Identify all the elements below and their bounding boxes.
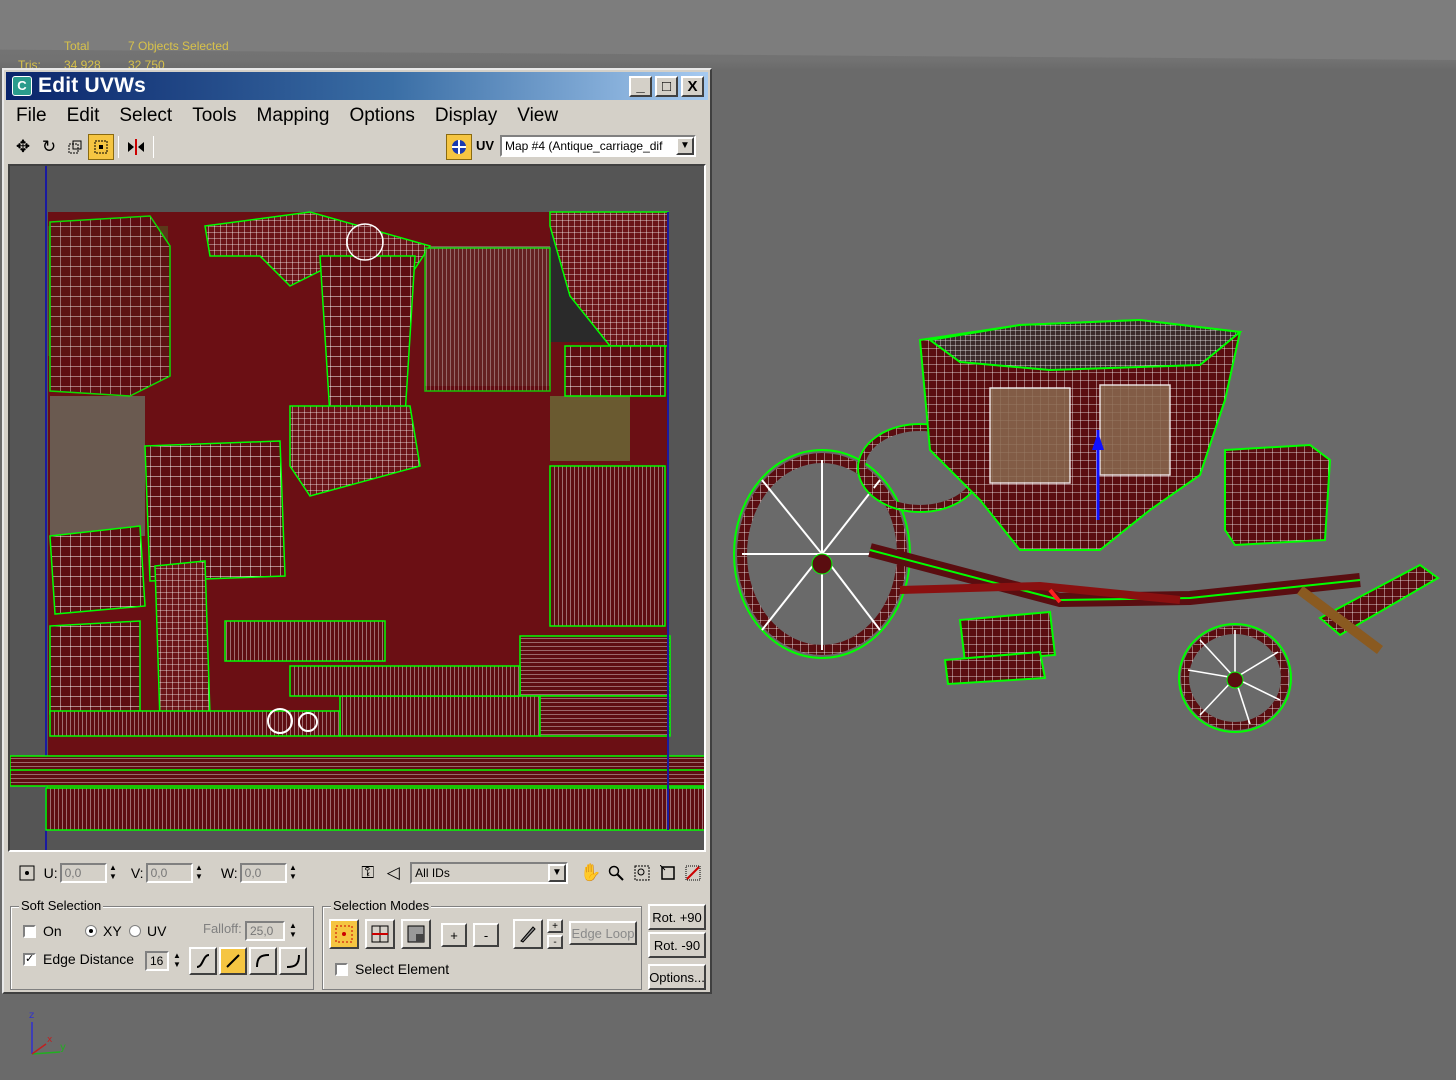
stats-total-label: Total xyxy=(64,39,90,53)
falloff-fast-out-icon[interactable] xyxy=(279,947,307,975)
menu-view[interactable]: View xyxy=(517,105,568,127)
menu-file[interactable]: File xyxy=(16,105,57,127)
axis-x-label: x xyxy=(47,1035,53,1045)
stats-selection-label: 7 Objects Selected xyxy=(128,39,229,53)
app-icon: C xyxy=(12,76,32,96)
zoom-extents-icon[interactable] xyxy=(655,860,681,886)
window-title: Edit UVWs xyxy=(38,74,146,97)
edge-distance-checkbox[interactable]: ✓ xyxy=(23,953,36,966)
axis-z-label: z xyxy=(29,1010,34,1021)
soft-selection-title: Soft Selection xyxy=(19,898,104,913)
chevron-down-icon[interactable]: ▼ xyxy=(547,864,566,882)
options-button[interactable]: Options... xyxy=(648,964,706,990)
rotate-icon[interactable]: ↻ xyxy=(36,134,62,160)
absolute-offset-icon[interactable] xyxy=(14,860,40,886)
falloff-linear-icon[interactable] xyxy=(219,947,247,975)
grow-selection-button[interactable]: + xyxy=(441,923,467,947)
w-spinner[interactable]: ▲ ▼ xyxy=(287,863,299,883)
freeform-icon[interactable] xyxy=(88,134,114,160)
selection-modes-title: Selection Modes xyxy=(331,898,432,913)
toolbar-separator xyxy=(153,136,154,158)
title-bar[interactable]: C Edit UVWs _ □ X xyxy=(6,72,708,100)
paint-size-plus-button[interactable]: + xyxy=(547,919,563,933)
xy-radio[interactable] xyxy=(85,925,97,937)
filter-icon[interactable]: ◁ xyxy=(381,860,407,886)
falloff-label: Falloff: xyxy=(203,921,242,936)
u-label: U: xyxy=(43,865,58,881)
menu-bar: File Edit Select Tools Mapping Options D… xyxy=(6,102,708,130)
u-input[interactable]: 0,0 xyxy=(59,863,108,883)
u-spinner[interactable]: ▲ ▼ xyxy=(107,863,119,883)
uv-label: UV xyxy=(476,138,495,153)
menu-edit[interactable]: Edit xyxy=(67,105,110,127)
falloff-spinner[interactable]: ▲ ▼ xyxy=(287,921,299,941)
paint-select-icon[interactable] xyxy=(513,919,543,949)
toolbar-separator xyxy=(118,136,119,158)
move-icon[interactable]: ✥ xyxy=(10,134,36,160)
select-element-label: Select Element xyxy=(355,961,450,977)
w-label: W: xyxy=(220,865,238,881)
soft-selection-group: Soft Selection On XY UV Falloff: 25,0 ▲ ▼… xyxy=(10,898,314,990)
select-element-checkbox[interactable] xyxy=(335,963,348,976)
axis-y-label: y xyxy=(60,1042,66,1053)
edge-mode-icon[interactable] xyxy=(365,919,395,949)
lock-icon[interactable]: ⚿ xyxy=(355,860,381,886)
falloff-smooth-icon[interactable] xyxy=(189,947,217,975)
v-label: V: xyxy=(130,865,144,881)
edge-loop-button[interactable]: Edge Loop xyxy=(569,921,637,945)
edge-distance-label: Edge Distance xyxy=(43,951,135,967)
chevron-down-icon[interactable]: ▼ xyxy=(676,137,694,155)
ids-select-value: All IDs xyxy=(415,866,450,880)
rotate-minus-90-button[interactable]: Rot. -90 xyxy=(648,932,706,958)
zoom-icon[interactable] xyxy=(604,860,630,886)
vertex-mode-icon[interactable] xyxy=(329,919,359,949)
map-select-dropdown[interactable]: Map #4 (Antique_carriage_dif ▼ xyxy=(500,135,696,157)
face-mode-icon[interactable] xyxy=(401,919,431,949)
close-button[interactable]: X xyxy=(681,76,704,97)
pan-icon[interactable]: ✋ xyxy=(578,860,604,886)
scale-icon[interactable] xyxy=(62,134,88,160)
uv-editor-canvas[interactable] xyxy=(8,164,706,852)
mirror-icon[interactable] xyxy=(123,134,149,160)
map-select-value: Map #4 (Antique_carriage_dif xyxy=(505,139,663,153)
v-spinner[interactable]: ▲ ▼ xyxy=(193,863,205,883)
axis-gizmo: z y x xyxy=(29,1010,66,1055)
menu-tools[interactable]: Tools xyxy=(192,105,246,127)
edge-distance-input[interactable]: 16 xyxy=(145,951,169,971)
falloff-slow-out-icon[interactable] xyxy=(249,947,277,975)
uv-coordinate-bar: U: 0,0 ▲ ▼ V: 0,0 ▲ ▼ W: 0,0 ▲ ▼ ⚿ ◁ All ID… xyxy=(8,856,706,890)
paint-size-minus-button[interactable]: - xyxy=(547,935,563,949)
soft-selection-on-label: On xyxy=(43,923,62,939)
shrink-selection-button[interactable]: - xyxy=(473,923,499,947)
soft-selection-on-checkbox[interactable] xyxy=(23,925,36,938)
menu-options[interactable]: Options xyxy=(349,105,424,127)
uv-radio[interactable] xyxy=(129,925,141,937)
zoom-region-icon[interactable] xyxy=(629,860,655,886)
menu-select[interactable]: Select xyxy=(119,105,182,127)
falloff-input[interactable]: 25,0 xyxy=(245,921,285,941)
menu-display[interactable]: Display xyxy=(435,105,507,127)
rotate-plus-90-button[interactable]: Rot. +90 xyxy=(648,904,706,930)
maximize-button[interactable]: □ xyxy=(655,76,678,97)
selection-modes-group: Selection Modes + - + - Edge Loop Select… xyxy=(322,898,642,990)
edit-uvws-window[interactable]: C Edit UVWs _ □ X File Edit Select Tools… xyxy=(2,68,712,994)
uv-toolbar: ✥ ↻ UV Map #4 (Antique_carriage_dif ▼ xyxy=(6,132,708,162)
menu-mapping[interactable]: Mapping xyxy=(257,105,340,127)
uv-radio-label: UV xyxy=(147,923,167,939)
checker-map-icon[interactable] xyxy=(446,134,472,160)
w-input[interactable]: 0,0 xyxy=(239,863,288,883)
xy-label: XY xyxy=(103,923,122,939)
v-input[interactable]: 0,0 xyxy=(145,863,193,883)
minimize-button[interactable]: _ xyxy=(629,76,652,97)
edge-distance-spinner[interactable]: ▲ ▼ xyxy=(171,951,183,971)
front-wheel xyxy=(1178,623,1292,733)
grid-snap-icon[interactable] xyxy=(680,860,706,886)
carriage-3d-model[interactable] xyxy=(720,300,1456,760)
ids-select-dropdown[interactable]: All IDs ▼ xyxy=(410,862,568,884)
uv-layout xyxy=(10,166,704,850)
